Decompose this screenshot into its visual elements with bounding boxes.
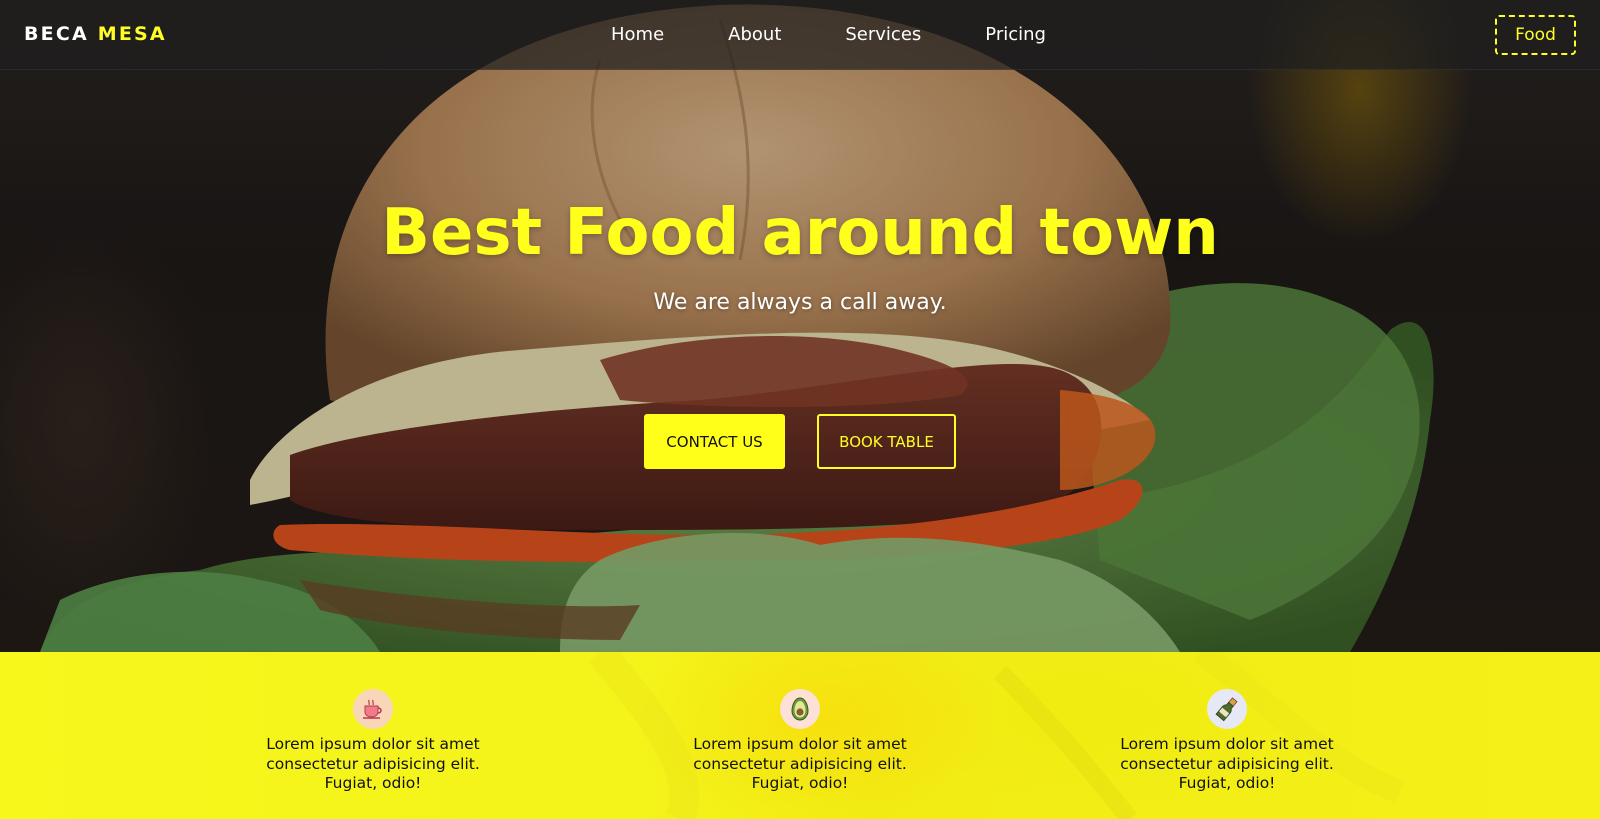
nav-link-services[interactable]: Services [845, 24, 921, 45]
feature-item: Lorem ipsum dolor sit amet consectetur a… [665, 689, 935, 794]
nav-link-home[interactable]: Home [611, 24, 664, 45]
nav-link-about[interactable]: About [728, 24, 781, 45]
hero-section: Best Food around town We are always a ca… [0, 0, 1600, 652]
feature-item: Lorem ipsum dolor sit amet consectetur a… [1092, 689, 1362, 794]
brand-word-2: MESA [97, 23, 167, 45]
feature-item: Lorem ipsum dolor sit amet consectetur a… [238, 689, 508, 794]
hero-subtitle: We are always a call away. [653, 290, 947, 315]
hero-overlay [0, 0, 1600, 652]
avocado-icon [780, 689, 820, 729]
hero-title: Best Food around town [381, 196, 1219, 270]
contact-us-button[interactable]: CONTACT US [644, 414, 785, 469]
book-table-button[interactable]: BOOK TABLE [817, 414, 956, 469]
champagne-bottle-icon [1207, 689, 1247, 729]
coffee-cup-icon [353, 689, 393, 729]
feature-text: Lorem ipsum dolor sit amet consectetur a… [693, 735, 907, 792]
feature-text: Lorem ipsum dolor sit amet consectetur a… [266, 735, 480, 792]
navbar: BECA MESA Home About Services Pricing Fo… [0, 0, 1600, 70]
nav-links: Home About Services Pricing [611, 24, 1046, 45]
features-strip: Lorem ipsum dolor sit amet consectetur a… [0, 652, 1600, 819]
nav-link-pricing[interactable]: Pricing [985, 24, 1046, 45]
food-button[interactable]: Food [1495, 15, 1576, 55]
brand-word-1: BECA [24, 23, 89, 45]
brand-logo[interactable]: BECA MESA [24, 23, 167, 45]
feature-text: Lorem ipsum dolor sit amet consectetur a… [1120, 735, 1334, 792]
